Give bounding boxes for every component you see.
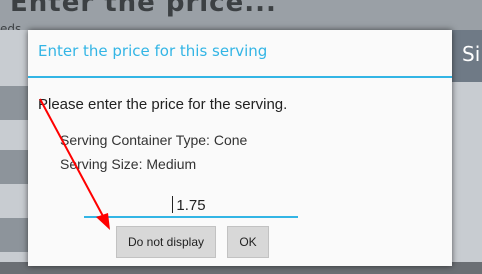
serving-container-type: Serving Container Type: Cone [60,132,248,148]
background-header: Enter the price... [0,0,482,30]
text-cursor [172,196,173,213]
price-dialog: Enter the price for this serving Please … [28,30,452,266]
dialog-title-divider [28,76,452,78]
background-right-label: Si [462,42,481,66]
serving-size: Serving Size: Medium [60,156,197,172]
dialog-message: Please enter the price for the serving. [38,96,288,113]
price-input[interactable] [84,194,298,218]
background-title: Enter the price... [10,0,277,18]
background-left-band [0,150,30,184]
background-left-band [0,86,30,120]
background-left-band [0,218,30,252]
do-not-display-button[interactable]: Do not display [116,226,216,258]
ok-button[interactable]: OK [227,226,269,258]
dialog-title: Enter the price for this serving [38,42,268,60]
